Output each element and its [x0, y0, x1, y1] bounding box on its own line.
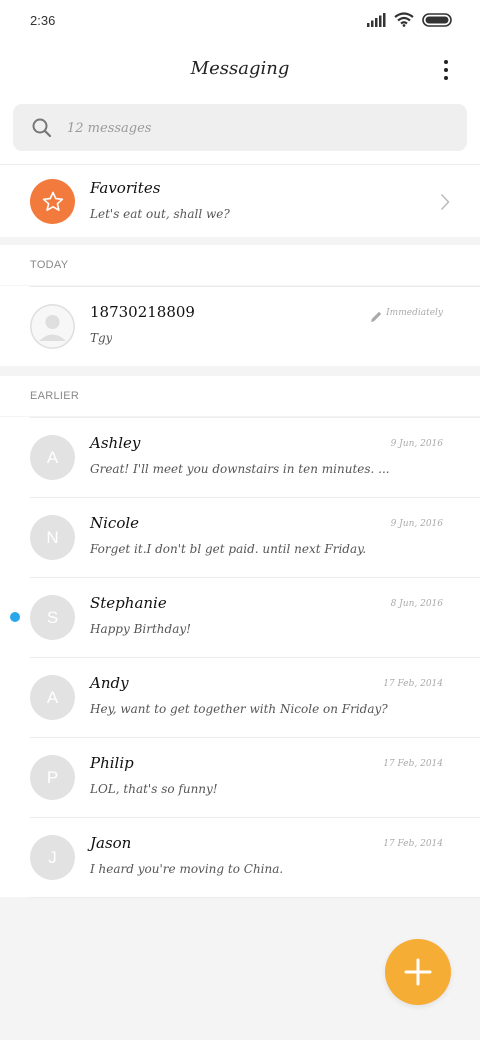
conversation-row[interactable]: J Jason I heard you're moving to China. … — [0, 817, 480, 897]
more-options-button[interactable] — [438, 56, 454, 84]
favorites-avatar — [30, 179, 75, 224]
favorites-title: Favorites — [90, 179, 161, 197]
conversation-row[interactable]: S Stephanie Happy Birthday! 8 Jun, 2016 — [0, 577, 480, 657]
plus-icon — [404, 958, 432, 986]
message-time: Immediately — [386, 308, 443, 318]
section-header-earlier: EARLIER — [0, 376, 480, 416]
chevron-right-icon — [440, 193, 450, 211]
contact-name: Ashley — [90, 434, 141, 452]
message-time: 9 Jun, 2016 — [390, 439, 443, 449]
messaging-screen: 2:36 Messaging 12 messages Favorites Let… — [0, 0, 480, 1040]
app-header: Messaging — [0, 44, 480, 96]
divider — [30, 737, 480, 738]
conversation-row[interactable]: A Ashley Great! I'll meet you downstairs… — [0, 417, 480, 497]
divider — [30, 657, 480, 658]
person-icon — [30, 304, 75, 349]
divider — [30, 817, 480, 818]
battery-icon — [422, 12, 452, 27]
message-preview: I heard you're moving to China. — [90, 862, 284, 876]
section-label-today: TODAY — [30, 259, 69, 271]
more-vertical-icon — [444, 60, 448, 64]
signal-icon — [367, 12, 386, 27]
divider — [30, 577, 480, 578]
avatar: P — [30, 755, 75, 800]
section-gap — [0, 366, 480, 376]
message-time: 9 Jun, 2016 — [390, 519, 443, 529]
message-time: 17 Feb, 2014 — [383, 839, 443, 849]
divider — [30, 417, 480, 418]
favorites-row[interactable]: Favorites Let's eat out, shall we? — [0, 164, 480, 237]
avatar: A — [30, 435, 75, 480]
search-icon — [32, 118, 52, 138]
section-header-today: TODAY — [0, 245, 480, 285]
avatar — [30, 304, 75, 349]
conversation-row[interactable]: N Nicole Forget it.I don't bl get paid. … — [0, 497, 480, 577]
avatar: N — [30, 515, 75, 560]
search-input[interactable] — [67, 118, 447, 138]
section-gap — [0, 237, 480, 245]
divider — [30, 497, 480, 498]
message-preview: Tgy — [90, 331, 113, 345]
conversation-row[interactable]: 18730218809 Tgy Immediately — [0, 286, 480, 366]
contact-name: Jason — [90, 834, 132, 852]
message-time: 8 Jun, 2016 — [390, 599, 443, 609]
page-title: Messaging — [190, 58, 290, 79]
search-box[interactable] — [13, 104, 467, 151]
conversation-row[interactable]: A Andy Hey, want to get together with Ni… — [0, 657, 480, 737]
message-time: 17 Feb, 2014 — [383, 679, 443, 689]
avatar: S — [30, 595, 75, 640]
message-time: 17 Feb, 2014 — [383, 759, 443, 769]
section-label-earlier: EARLIER — [30, 390, 80, 402]
contact-name: Stephanie — [90, 594, 167, 612]
contact-name: Nicole — [90, 514, 140, 532]
contact-name: Philip — [90, 754, 134, 772]
message-preview: Great! I'll meet you downstairs in ten m… — [90, 462, 390, 476]
wifi-icon — [394, 12, 414, 27]
status-time: 2:36 — [30, 13, 56, 28]
divider — [30, 286, 480, 287]
draft-pencil-icon — [371, 311, 382, 322]
favorites-preview: Let's eat out, shall we? — [90, 207, 230, 221]
message-preview: Hey, want to get together with Nicole on… — [90, 702, 388, 716]
divider — [30, 897, 480, 898]
message-preview: Happy Birthday! — [90, 622, 191, 636]
message-preview: LOL, that's so funny! — [90, 782, 218, 796]
status-bar: 2:36 — [0, 0, 480, 44]
avatar: A — [30, 675, 75, 720]
contact-name: Andy — [90, 674, 129, 692]
unread-indicator — [10, 612, 20, 622]
conversation-row[interactable]: P Philip LOL, that's so funny! 17 Feb, 2… — [0, 737, 480, 817]
contact-name: 18730218809 — [90, 303, 195, 321]
new-message-button[interactable] — [385, 939, 451, 1005]
avatar: J — [30, 835, 75, 880]
status-icons — [366, 12, 452, 27]
star-icon — [42, 191, 63, 211]
message-preview: Forget it.I don't bl get paid. until nex… — [90, 542, 367, 556]
search-bar — [0, 96, 480, 164]
